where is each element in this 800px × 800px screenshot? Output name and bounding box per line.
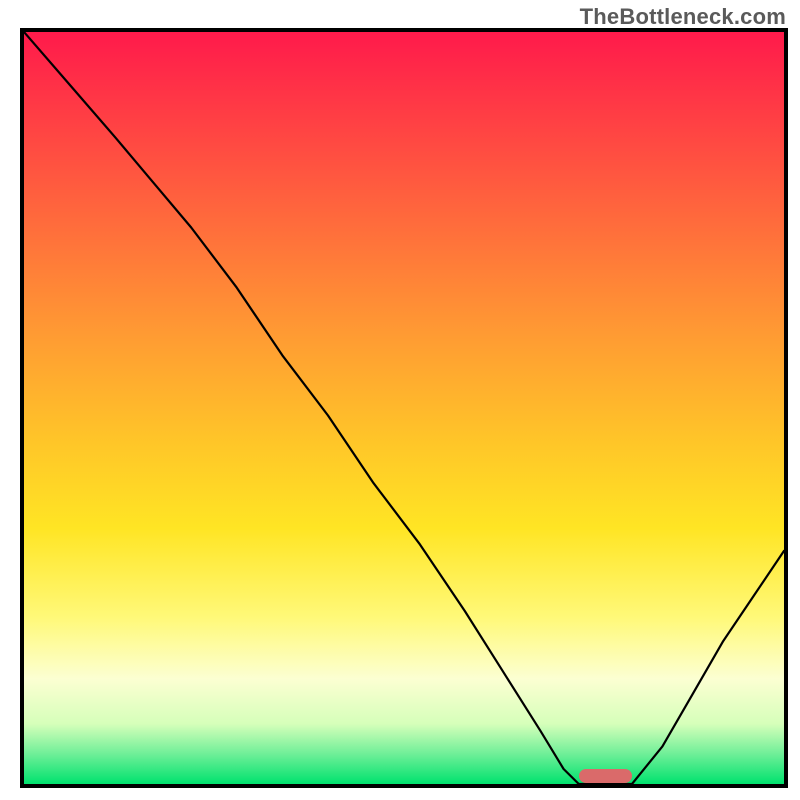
bottleneck-curve bbox=[24, 32, 784, 784]
chart-container: TheBottleneck.com bbox=[0, 0, 800, 800]
optimal-zone-marker bbox=[579, 769, 632, 783]
plot-frame bbox=[20, 28, 788, 788]
watermark-text: TheBottleneck.com bbox=[580, 4, 786, 30]
curve-svg bbox=[24, 32, 784, 784]
